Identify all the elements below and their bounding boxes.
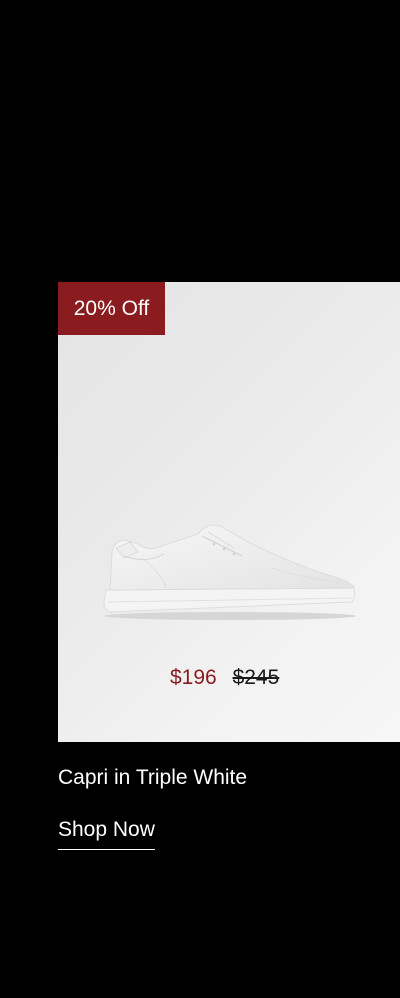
price-row: $196 $245	[170, 664, 279, 692]
product-name[interactable]: Capri in Triple White	[58, 764, 247, 792]
shop-now-link[interactable]: Shop Now	[58, 816, 155, 850]
sneaker-image	[103, 524, 356, 620]
product-image-area[interactable]: 20% Off $196 $245	[58, 282, 400, 742]
sale-price: $196	[170, 666, 217, 689]
discount-badge: 20% Off	[58, 282, 165, 335]
original-price: $245	[232, 666, 280, 689]
